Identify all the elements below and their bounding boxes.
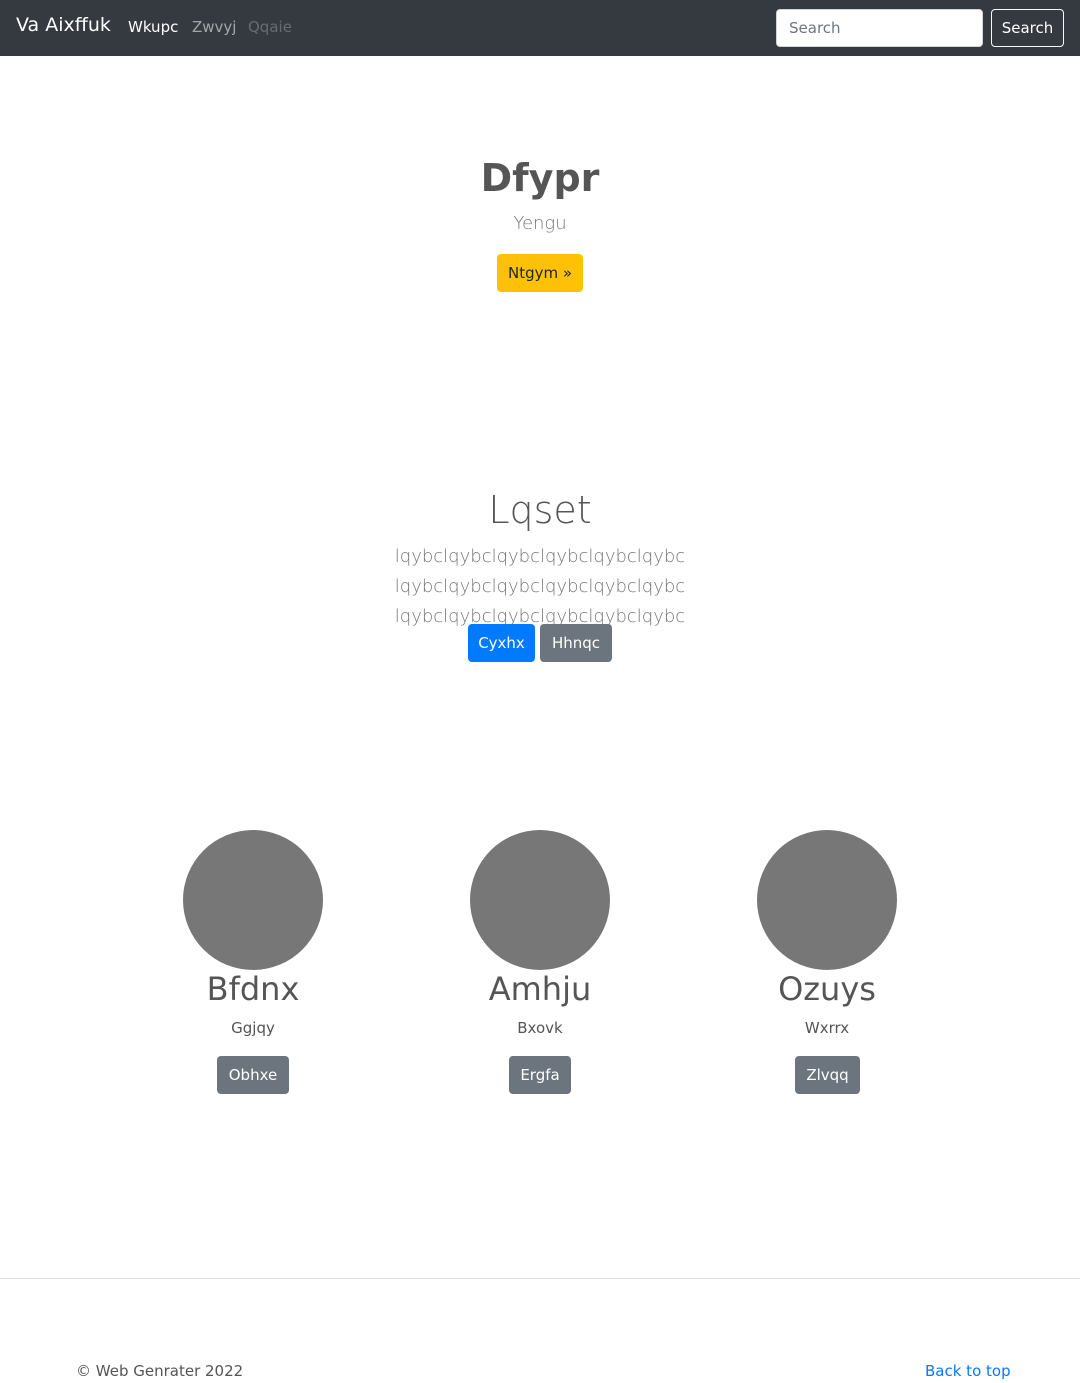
card-1-placeholder-image [183, 830, 323, 970]
section-text: lqybclqybclqybclqybclqybclqybc lqybclqyb… [0, 542, 1080, 632]
nav-link-qqaie: Qqaie [248, 18, 292, 36]
footer-divider [0, 1278, 1080, 1279]
card-3-title: Ozuys [778, 970, 876, 1008]
footer-copyright: © Web Genrater 2022 [76, 1362, 244, 1380]
section-text-body: lqybclqybclqybclqybclqybclqybc lqybclqyb… [394, 546, 686, 627]
section-title: Lqset [488, 488, 592, 532]
card-3-subtitle: Wxrrx [804, 1019, 850, 1037]
card-2-title: Amhju [488, 970, 592, 1008]
card-1-subtitle: Ggjqy [231, 1019, 275, 1037]
back-to-top-link[interactable]: Back to top [925, 1362, 1011, 1380]
card-3-button[interactable]: Zlvqq [795, 1056, 860, 1094]
card-3-placeholder-image [757, 830, 897, 970]
nav-link-wkupc[interactable]: Wkupc [128, 18, 178, 36]
navbar-brand[interactable]: Va Aixffuk [16, 14, 111, 36]
cyxhx-button[interactable]: Cyxhx [468, 624, 535, 662]
navbar: Va Aixffuk Wkupc Zwvyj Qqaie Search [0, 0, 1080, 56]
hero-title: Dfypr [480, 156, 600, 200]
card-1-button[interactable]: Obhxe [217, 1056, 289, 1094]
hero-cta-button[interactable]: Ntgym » [497, 254, 583, 292]
hero-subtitle: Yengu [513, 213, 567, 234]
nav-link-zwvyj[interactable]: Zwvyj [192, 18, 236, 36]
card-2-placeholder-image [470, 830, 610, 970]
search-input[interactable] [776, 9, 983, 47]
hhnqc-button[interactable]: Hhnqc [540, 624, 612, 662]
card-1-title: Bfdnx [206, 970, 300, 1008]
card-2-subtitle: Bxovk [517, 1019, 563, 1037]
search-button[interactable]: Search [991, 9, 1064, 47]
card-2-button[interactable]: Ergfa [509, 1056, 571, 1094]
